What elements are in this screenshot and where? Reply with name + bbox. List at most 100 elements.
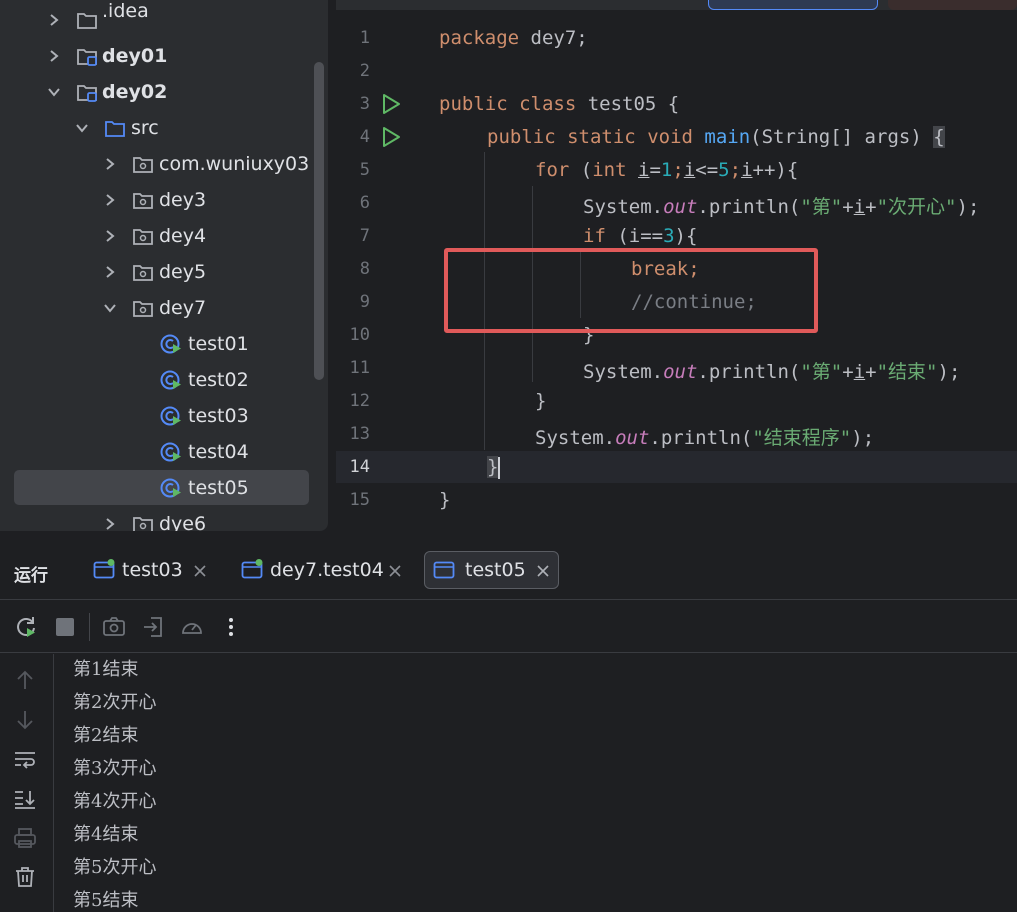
run-tool-window: 运行 test03 dey7.test04 test05 第1结束 第2次开心 … <box>0 541 1017 912</box>
tree-item-label: dey02 <box>102 81 168 103</box>
tree-item-label: com.wuniuxy03 <box>159 153 310 175</box>
soft-wrap-icon[interactable] <box>13 748 37 772</box>
package-icon <box>132 225 154 247</box>
tree-item-label: dey4 <box>159 225 207 247</box>
run-tab-test03[interactable]: test03 <box>85 551 220 589</box>
code-line: public static void main(String[] args) { <box>487 126 945 148</box>
line-number: 12 <box>349 391 370 411</box>
tree-item-dey4[interactable]: dey4 <box>0 218 328 254</box>
close-icon[interactable] <box>535 562 551 578</box>
chevron-right-icon[interactable] <box>100 154 120 174</box>
console-output-line: 第1结束 <box>73 659 139 680</box>
code-line: } <box>439 489 451 511</box>
java-class-icon <box>160 441 182 463</box>
console-tab-icon <box>93 559 115 581</box>
tree-item-label: test04 <box>188 441 249 463</box>
tree-item-dye6[interactable]: dye6 <box>0 506 328 531</box>
exit-icon[interactable] <box>141 615 165 639</box>
line-number: 14 <box>349 457 370 477</box>
print-icon[interactable] <box>13 826 37 850</box>
java-class-icon <box>160 477 182 499</box>
console-output-line: 第5次开心 <box>73 857 157 878</box>
close-icon[interactable] <box>387 562 403 578</box>
chevron-right-icon[interactable] <box>100 262 120 282</box>
more-icon[interactable] <box>219 615 243 639</box>
screenshot-icon[interactable] <box>102 615 126 639</box>
stop-icon[interactable] <box>53 615 77 639</box>
run-gutter-icon[interactable] <box>380 126 402 148</box>
tree-item-test05[interactable]: test05 <box>0 470 328 506</box>
rerun-icon[interactable] <box>14 615 38 639</box>
line-number: 4 <box>359 127 370 147</box>
toolbar-separator <box>89 613 90 641</box>
console-tab-icon <box>433 559 455 581</box>
tree-item-label: test03 <box>188 405 249 427</box>
tree-item-src[interactable]: src <box>0 110 328 146</box>
line-number: 9 <box>359 292 370 312</box>
line-number: 1 <box>359 28 370 48</box>
tree-item-label: test02 <box>188 369 249 391</box>
tree-item-label: dey01 <box>102 45 168 67</box>
tree-item-label: dye6 <box>159 513 207 531</box>
chevron-down-icon[interactable] <box>72 118 92 138</box>
line-number: 11 <box>349 358 370 378</box>
tree-item-test01[interactable]: test01 <box>0 326 328 362</box>
editor-tab[interactable] <box>888 0 1017 10</box>
chevron-right-icon[interactable] <box>100 226 120 246</box>
tree-item-dey01[interactable]: dey01 <box>0 38 328 74</box>
code-line: } <box>535 390 547 412</box>
run-tab-test05[interactable]: test05 <box>424 551 559 589</box>
package-icon <box>132 513 154 531</box>
code-line: } <box>487 456 501 479</box>
editor-tab-active[interactable] <box>708 0 878 10</box>
trash-icon[interactable] <box>13 865 37 889</box>
line-number: 7 <box>359 226 370 246</box>
code-editor[interactable]: 1 2 3 4 5 6 7 8 9 10 11 12 13 14 15 pack… <box>336 0 1017 531</box>
code-line: public class test05 { <box>439 93 680 115</box>
java-class-icon <box>160 369 182 391</box>
folder-icon <box>76 9 98 31</box>
source-folder-icon <box>104 117 126 139</box>
line-number: 10 <box>349 325 370 345</box>
profiler-icon[interactable] <box>180 615 204 639</box>
run-gutter-icon[interactable] <box>380 93 402 115</box>
console-output-line: 第4结束 <box>73 824 139 845</box>
text-caret <box>498 456 501 479</box>
line-number: 5 <box>359 160 370 180</box>
tree-item-test03[interactable]: test03 <box>0 398 328 434</box>
package-icon <box>132 297 154 319</box>
tree-item-dey7[interactable]: dey7 <box>0 290 328 326</box>
tree-item-dey3[interactable]: dey3 <box>0 182 328 218</box>
code-line: if (i==3){ <box>583 225 698 247</box>
tree-item-label: test05 <box>188 477 249 499</box>
chevron-right-icon[interactable] <box>100 190 120 210</box>
code-line: for (int i=1;i<=5;i++){ <box>535 159 799 181</box>
tree-item-test02[interactable]: test02 <box>0 362 328 398</box>
line-number: 15 <box>349 490 370 510</box>
chevron-down-icon[interactable] <box>44 82 64 102</box>
arrow-up-icon[interactable] <box>13 668 37 692</box>
editor-tab-strip <box>336 0 1017 10</box>
java-class-icon <box>160 405 182 427</box>
arrow-down-icon[interactable] <box>13 708 37 732</box>
line-number: 13 <box>349 424 370 444</box>
scroll-to-end-icon[interactable] <box>13 787 37 811</box>
tree-item-dey5[interactable]: dey5 <box>0 254 328 290</box>
line-number: 8 <box>359 259 370 279</box>
package-icon <box>132 189 154 211</box>
line-number: 3 <box>359 94 370 114</box>
run-tab-label: test03 <box>122 559 183 581</box>
code-line: System.out.println("第"+i+"结束"); <box>583 361 961 383</box>
tree-item-test04[interactable]: test04 <box>0 434 328 470</box>
chevron-right-icon[interactable] <box>44 10 64 30</box>
tree-item-dey02[interactable]: dey02 <box>0 74 328 110</box>
run-tab-dey7-test04[interactable]: dey7.test04 <box>233 551 413 589</box>
console-output-line: 第2次开心 <box>73 692 157 713</box>
chevron-right-icon[interactable] <box>100 514 120 531</box>
tree-item-com-wuniuxy03[interactable]: com.wuniuxy03 <box>0 146 328 182</box>
close-icon[interactable] <box>192 562 208 578</box>
chevron-down-icon[interactable] <box>100 298 120 318</box>
tree-item-label: dey3 <box>159 189 207 211</box>
tree-item-idea[interactable]: .idea <box>0 0 328 38</box>
chevron-right-icon[interactable] <box>44 46 64 66</box>
